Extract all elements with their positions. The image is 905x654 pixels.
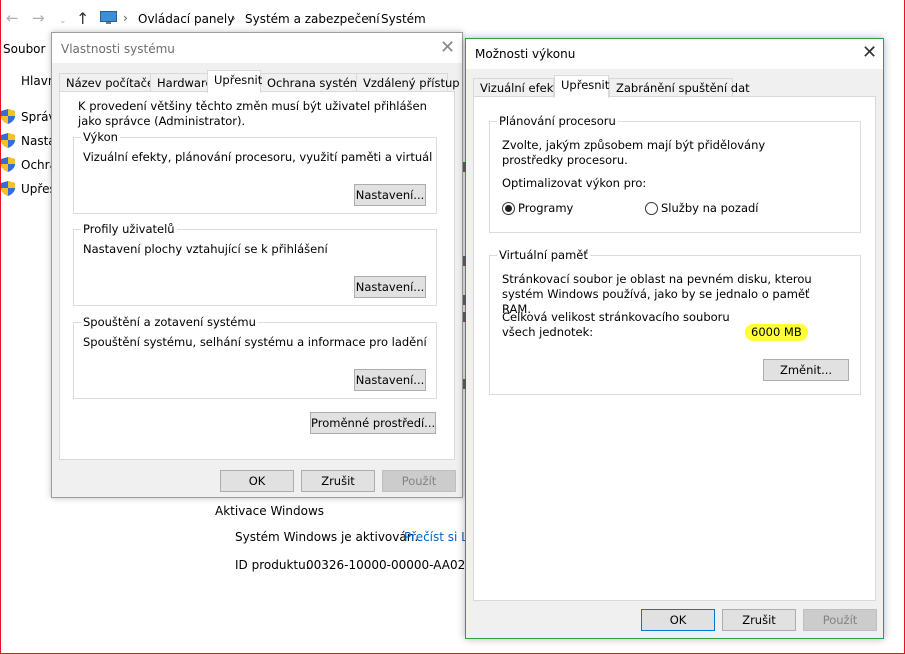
performance-description: Vizuální efekty, plánování procesoru, vy…: [83, 150, 433, 164]
optimize-label: Optimalizovat výkon pro:: [502, 176, 647, 190]
virtual-memory-label: Virtuální paměť: [497, 248, 590, 262]
tab-dep[interactable]: Zabránění spuštění dat: [609, 78, 750, 97]
performance-group: Výkon Vizuální efekty, plánování proceso…: [73, 130, 437, 214]
apply-button: Použít: [803, 609, 877, 631]
environment-variables-button[interactable]: Proměnné prostředí...: [310, 412, 436, 434]
performance-options-dialog: Možnosti výkonu ✕ Vizuální efekty Upřesn…: [465, 38, 884, 639]
activation-header: Aktivace Windows: [215, 504, 325, 518]
crumb-system-security[interactable]: Systém a zabezpečení: [245, 12, 380, 26]
close-icon[interactable]: ✕: [440, 39, 455, 57]
shield-icon: [1, 133, 15, 148]
processor-scheduling-description: Zvolte, jakým způsobem mají být přidělov…: [502, 138, 766, 167]
dialog-title: Možnosti výkonu: [475, 47, 576, 61]
system-properties-dialog: Vlastnosti systému ✕ Název počítače Hard…: [51, 32, 463, 498]
background-fragment: [463, 312, 466, 322]
dialog-title: Vlastnosti systému: [61, 42, 175, 56]
processor-scheduling-label: Plánování procesoru: [497, 114, 618, 128]
startup-recovery-settings-button[interactable]: Nastavení...: [354, 369, 426, 391]
background-fragment: [463, 162, 466, 172]
shield-icon: [1, 109, 15, 124]
background-services-label[interactable]: Služby na pozadí: [661, 201, 759, 216]
close-icon[interactable]: ✕: [862, 44, 877, 62]
background-fragment: [463, 256, 466, 266]
change-virtual-memory-button[interactable]: Změnit...: [763, 359, 849, 381]
tab-advanced[interactable]: Upřesnit: [207, 70, 262, 93]
user-profiles-label: Profily uživatelů: [81, 222, 177, 236]
user-profiles-group: Profily uživatelů Nastavení plochy vztah…: [73, 222, 437, 306]
computer-icon: [100, 11, 117, 24]
tab-computer-name[interactable]: Název počítače: [59, 73, 154, 92]
tab-panel: K provedení většiny těchto změn musí být…: [59, 91, 455, 460]
crumb-system[interactable]: Systém: [381, 12, 426, 26]
performance-label: Výkon: [81, 130, 120, 144]
paging-file-total-value: 6000 MB: [745, 324, 808, 341]
cancel-button[interactable]: Zrušit: [722, 609, 796, 631]
arrow-up-icon[interactable]: ↑: [76, 9, 89, 28]
cancel-button[interactable]: Zrušit: [301, 470, 375, 492]
file-menu[interactable]: Soubor: [3, 42, 45, 56]
tab-remote[interactable]: Vzdálený přístup: [356, 73, 460, 92]
ok-button[interactable]: OK: [220, 470, 294, 492]
tab-strip: Vizuální efekty Upřesnit Zabránění spušt…: [473, 75, 873, 98]
arrow-right-icon[interactable]: →: [32, 10, 45, 26]
startup-recovery-group: Spouštění a zotavení systému Spouštění s…: [73, 315, 437, 399]
processor-scheduling-group: Plánování procesoru Zvolte, jakým způsob…: [489, 114, 861, 233]
startup-recovery-label: Spouštění a zotavení systému: [81, 315, 258, 329]
apply-button: Použít: [382, 470, 456, 492]
shield-icon: [1, 157, 15, 172]
startup-recovery-description: Spouštění systému, selhání systému a inf…: [83, 335, 427, 349]
programs-radio[interactable]: [502, 202, 515, 215]
tab-advanced[interactable]: Upřesnit: [554, 75, 609, 98]
chevron-down-icon[interactable]: ⌄: [59, 13, 67, 29]
tab-hardware[interactable]: Hardware: [150, 73, 213, 92]
user-profiles-description: Nastavení plochy vztahující se k přihláš…: [83, 242, 328, 256]
crumb-separator: ›: [231, 11, 236, 25]
paging-file-total-label: Celková velikost stránkovacího souboru v…: [502, 310, 730, 339]
tab-panel: Plánování procesoru Zvolte, jakým způsob…: [473, 96, 876, 601]
crumb-separator: ›: [123, 11, 128, 25]
tab-visual-effects[interactable]: Vizuální efekty: [473, 78, 565, 97]
tab-strip: Název počítače Hardware Upřesnit Ochrana…: [59, 70, 460, 93]
crumb-separator: ›: [367, 11, 372, 25]
background-services-radio[interactable]: [645, 202, 658, 215]
product-id-value: 00326-10000-00000-AA028: [306, 558, 473, 572]
ok-button[interactable]: OK: [641, 609, 715, 631]
background-fragment: [463, 379, 466, 389]
background-fragment: [463, 295, 466, 305]
shield-icon: [1, 181, 15, 196]
user-profiles-settings-button[interactable]: Nastavení...: [354, 276, 426, 298]
product-id-label: ID produktu:: [235, 558, 310, 572]
license-link[interactable]: Přečíst si Lic: [404, 530, 466, 544]
activation-status: Systém Windows je aktivován.: [235, 530, 419, 544]
tab-system-protection[interactable]: Ochrana systému: [260, 73, 368, 92]
crumb-control-panel[interactable]: Ovládací panely: [138, 12, 234, 26]
admin-note: K provedení většiny těchto změn musí být…: [78, 99, 427, 128]
programs-label[interactable]: Programy: [518, 201, 573, 216]
performance-settings-button[interactable]: Nastavení...: [354, 184, 426, 206]
arrow-left-icon[interactable]: ←: [6, 10, 19, 26]
virtual-memory-group: Virtuální paměť Stránkovací soubor je ob…: [489, 248, 861, 395]
